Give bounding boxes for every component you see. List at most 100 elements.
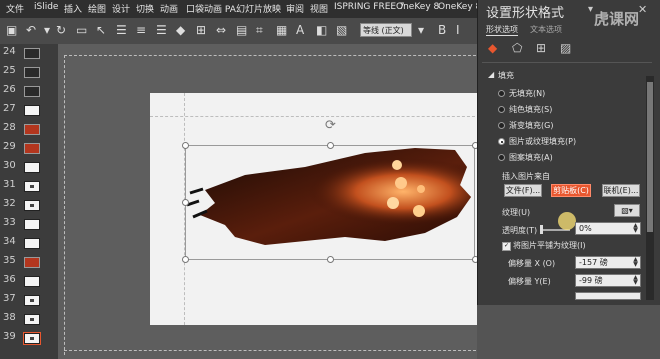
radio-no-fill[interactable] <box>498 90 505 97</box>
guide-line <box>64 55 476 56</box>
spinner-icon[interactable]: ▲ ▼ <box>631 223 640 234</box>
tab-transition[interactable]: 切换 <box>136 2 154 15</box>
label-no-fill[interactable]: 无填充(N) <box>509 88 545 99</box>
save-icon[interactable]: ▣ <box>6 23 17 37</box>
slide-number: 34 <box>3 236 16 247</box>
thumbnail-24[interactable]: 24 <box>0 44 58 61</box>
redo-icon[interactable]: ↻ <box>56 23 66 37</box>
picture-icon[interactable]: ▨ <box>560 41 571 55</box>
slideshow-icon[interactable]: ▭ <box>76 23 87 37</box>
tab-view[interactable]: 视图 <box>310 2 328 15</box>
format-icon[interactable]: ▦ <box>276 23 287 37</box>
label-pattern-fill[interactable]: 图案填充(A) <box>509 152 553 163</box>
align-left-icon[interactable]: ☰ <box>116 23 127 37</box>
tile-checkbox[interactable]: ✓ <box>502 242 511 251</box>
close-icon[interactable]: ✕ <box>638 3 647 16</box>
transparency-input[interactable]: 0% ▲ ▼ <box>575 222 641 235</box>
distribute-icon[interactable]: ⇔ <box>216 23 226 37</box>
group-icon[interactable]: ⊞ <box>196 23 206 37</box>
tab-text-options[interactable]: 文本选项 <box>530 24 562 35</box>
thumbnail-32[interactable]: 32 <box>0 196 58 213</box>
thumbnail-26[interactable]: 26 <box>0 82 58 99</box>
bold-icon[interactable]: B <box>438 23 446 37</box>
clipboard-button[interactable]: 剪贴板(C) <box>551 184 591 197</box>
tab-shape-options[interactable]: 形状选项 <box>486 24 518 36</box>
thumbnail-30[interactable]: 30 <box>0 158 58 175</box>
image-icon[interactable]: ▧ <box>336 23 347 37</box>
tab-ispring[interactable]: ISPRING FREE 7 <box>334 2 405 12</box>
thumbnail-28[interactable]: 28 <box>0 120 58 137</box>
tab-file[interactable]: 文件 <box>6 2 24 15</box>
thumbnail-35[interactable]: 35 <box>0 253 58 270</box>
radio-gradient-fill[interactable] <box>498 122 505 129</box>
thumbnail-25[interactable]: 25 <box>0 63 58 80</box>
resize-handle[interactable] <box>327 142 334 149</box>
tab-design[interactable]: 设计 <box>112 2 130 15</box>
thumbnail-27[interactable]: 27 <box>0 101 58 118</box>
label-solid-fill[interactable]: 纯色填充(S) <box>509 104 552 115</box>
scrollbar-thumb[interactable] <box>647 82 653 232</box>
tab-insert[interactable]: 插入 <box>64 2 82 15</box>
thumbnail-31[interactable]: 31 <box>0 177 58 194</box>
fill-collapse-icon[interactable]: ◢ <box>488 70 494 79</box>
transparency-slider-thumb[interactable] <box>540 225 543 234</box>
online-button[interactable]: 联机(E)... <box>602 184 640 197</box>
cursor-icon[interactable]: ↖ <box>96 23 106 37</box>
slide-preview <box>24 124 40 135</box>
resize-handle[interactable] <box>327 256 334 263</box>
label-gradient-fill[interactable]: 渐变填充(G) <box>509 120 553 131</box>
radio-picture-fill[interactable] <box>498 138 505 145</box>
thumbnail-33[interactable]: 33 <box>0 215 58 232</box>
thumbnail-39[interactable]: 39 <box>0 329 58 346</box>
shape-icon[interactable]: ◆ <box>176 23 185 37</box>
thumbnail-37[interactable]: 37 <box>0 291 58 308</box>
offset-x-input[interactable]: -157 磅 ▲ ▼ <box>575 256 641 269</box>
offset-y-input[interactable]: -99 磅 ▲ ▼ <box>575 274 641 287</box>
section-fill[interactable]: 填充 <box>498 70 514 81</box>
resize-handle[interactable] <box>182 199 189 206</box>
panel-options-icon[interactable]: ▾ <box>588 4 593 15</box>
tab-onekey-1[interactable]: OneKey 8 <box>396 2 439 12</box>
spinner-icon[interactable]: ▲ ▼ <box>631 275 640 286</box>
color-icon[interactable]: ◧ <box>316 23 327 37</box>
label-picture-fill[interactable]: 图片或纹理填充(P) <box>509 136 576 147</box>
offset-next-input[interactable] <box>575 292 641 300</box>
texture-picker[interactable]: ▧▾ <box>614 204 640 217</box>
tab-slideshow[interactable]: 幻灯片放映 <box>236 2 281 15</box>
radio-solid-fill[interactable] <box>498 106 505 113</box>
undo-dropdown-icon[interactable]: ▾ <box>44 23 50 37</box>
panel-scrollbar[interactable] <box>646 76 654 300</box>
italic-icon[interactable]: I <box>456 23 460 37</box>
font-size-icon[interactable]: ▾ <box>418 23 424 37</box>
thumbnail-36[interactable]: 36 <box>0 272 58 289</box>
align-center-icon[interactable]: ≡ <box>136 23 146 37</box>
undo-icon[interactable]: ↶ <box>26 23 36 37</box>
layer-icon[interactable]: ▤ <box>236 23 247 37</box>
rotate-handle-icon[interactable]: ⟳ <box>325 118 336 133</box>
size-properties-icon[interactable]: ⊞ <box>536 41 546 55</box>
radio-pattern-fill[interactable] <box>498 154 505 161</box>
tab-draw[interactable]: 绘图 <box>88 2 106 15</box>
align-right-icon[interactable]: ☰ <box>156 23 167 37</box>
divider <box>482 62 652 63</box>
text-icon[interactable]: A <box>296 23 304 37</box>
tab-pocket-animation[interactable]: 口袋动画 PA <box>186 2 236 15</box>
fill-line-icon[interactable]: ◆ <box>488 41 497 55</box>
thumbnail-38[interactable]: 38 <box>0 310 58 327</box>
tab-islide[interactable]: iSlide <box>34 2 58 12</box>
crop-icon[interactable]: ⌗ <box>256 23 263 38</box>
slide-preview <box>24 295 40 306</box>
tab-onekey-2[interactable]: OneKey 8 <box>438 2 481 12</box>
slide-number: 29 <box>3 141 16 152</box>
tile-label[interactable]: 将图片平铺为纹理(I) <box>513 240 586 251</box>
resize-handle[interactable] <box>182 256 189 263</box>
tab-review[interactable]: 审阅 <box>286 2 304 15</box>
file-button[interactable]: 文件(F)... <box>504 184 542 197</box>
font-dropdown[interactable]: 等线 (正文) <box>360 23 412 37</box>
resize-handle[interactable] <box>182 142 189 149</box>
effects-icon[interactable]: ⬠ <box>512 41 522 55</box>
thumbnail-29[interactable]: 29 <box>0 139 58 156</box>
tab-animation[interactable]: 动画 <box>160 2 178 15</box>
spinner-icon[interactable]: ▲ ▼ <box>631 257 640 268</box>
thumbnail-34[interactable]: 34 <box>0 234 58 251</box>
